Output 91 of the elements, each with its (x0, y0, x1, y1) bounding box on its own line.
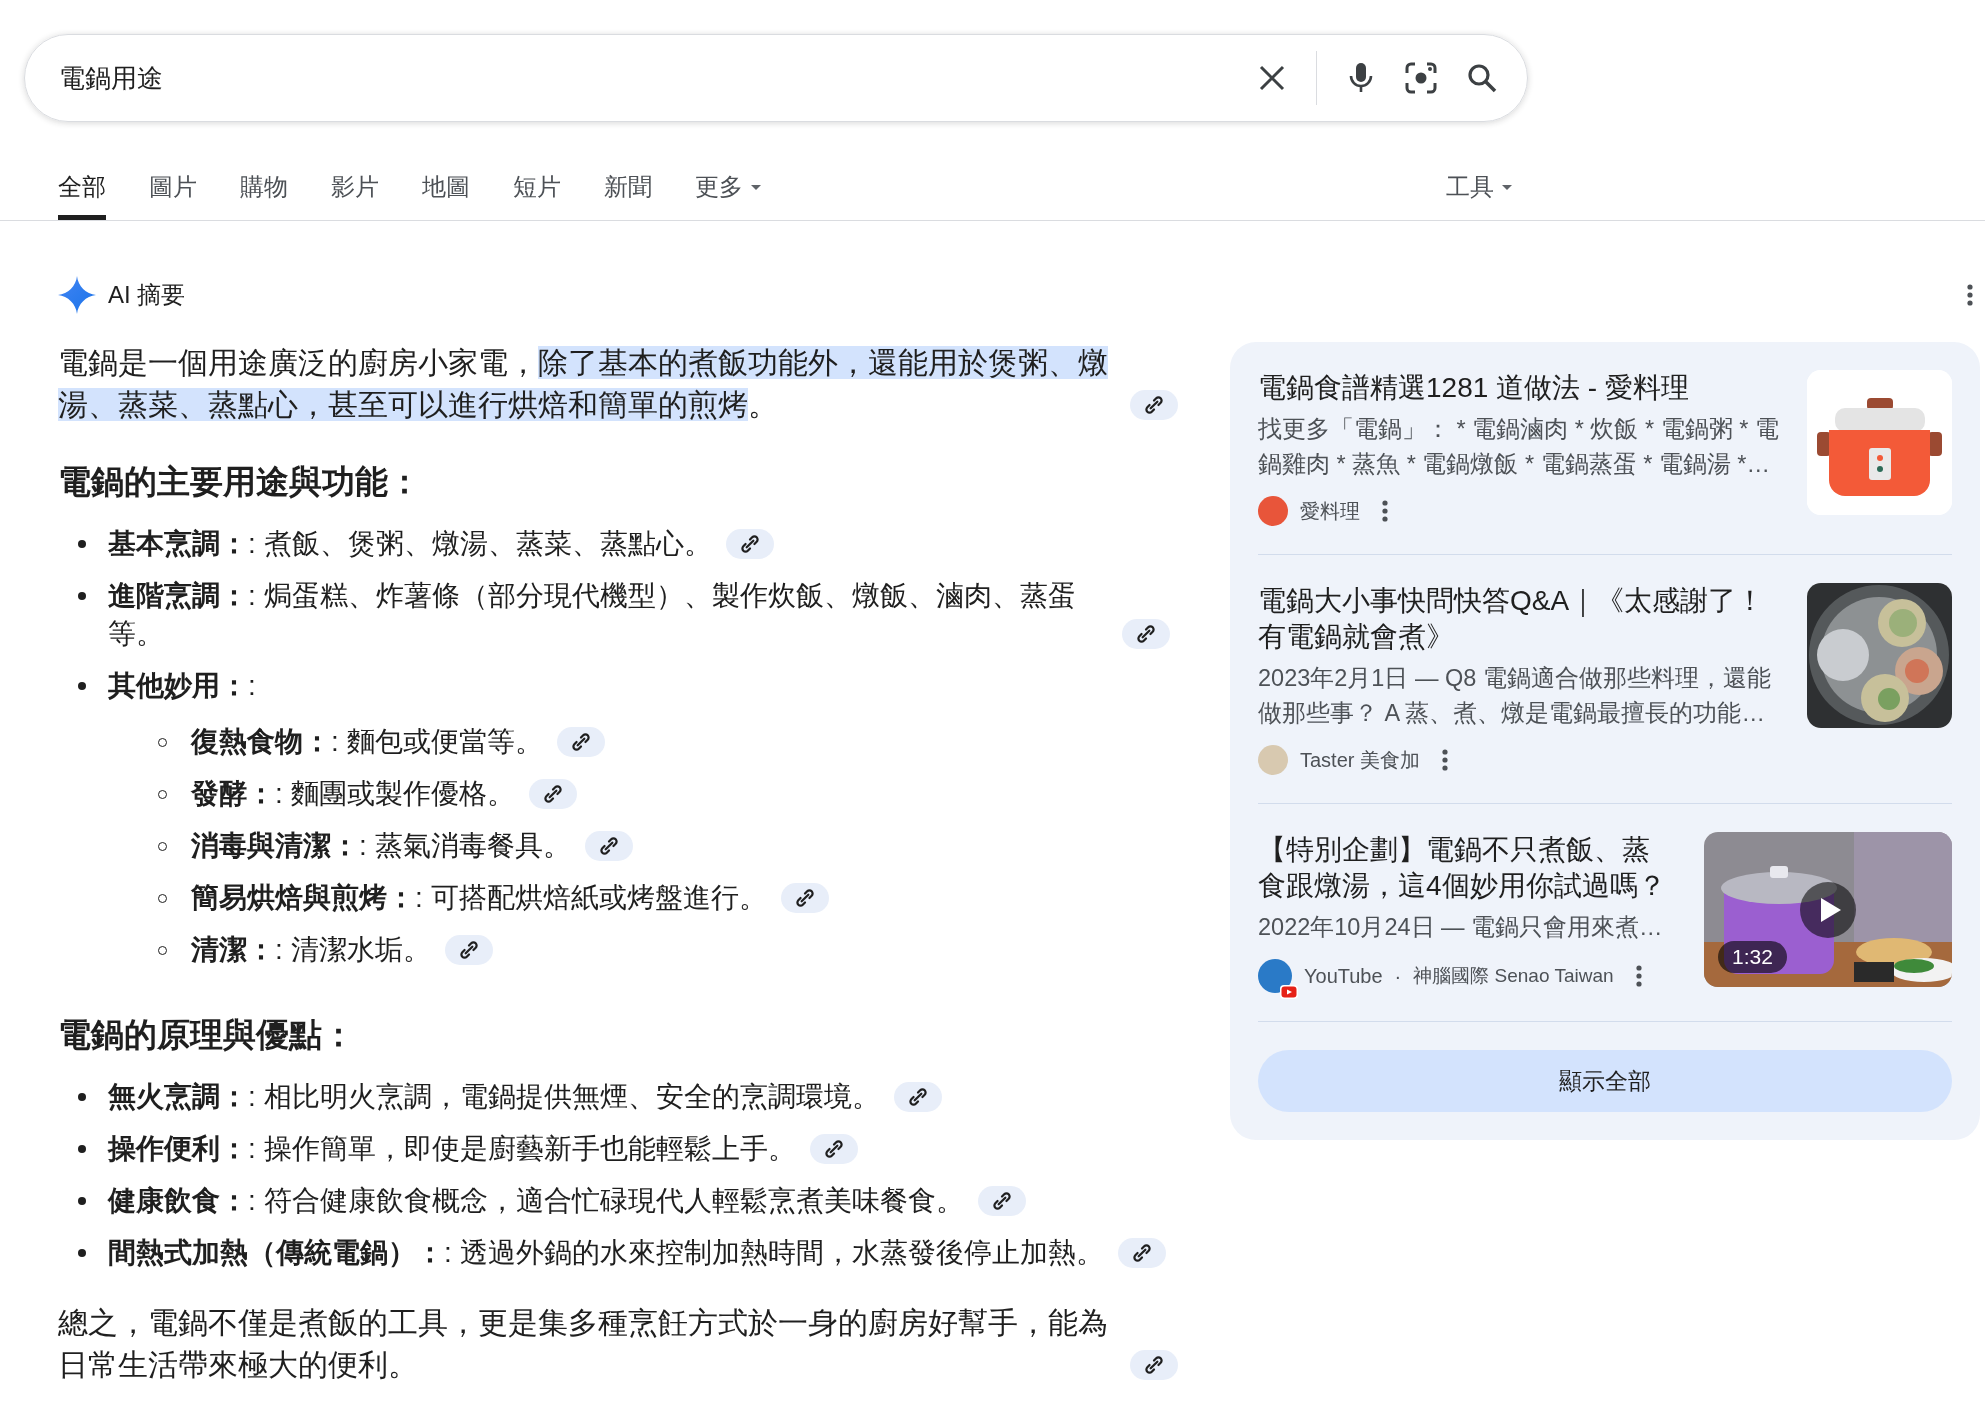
search-tab[interactable]: 圖片 (149, 171, 197, 220)
separator: · (1394, 964, 1402, 988)
more-icon[interactable] (1382, 500, 1388, 522)
list-item-text: 其他妙用：: (108, 669, 256, 703)
section-heading: 電鍋的主要用途與功能： (58, 462, 422, 502)
link-icon (458, 940, 479, 960)
list-item-text: 進階烹調：: 焗蛋糕、炸薯條（部分現代機型）、製作炊飯、燉飯、滷肉、蒸蛋等。 (108, 579, 1077, 651)
search-query: 電鍋用途 (59, 61, 164, 95)
link-icon (1131, 1243, 1152, 1263)
bullet-icon (78, 592, 86, 600)
link-icon (739, 534, 760, 554)
more-icon[interactable] (1635, 965, 1642, 987)
citation-button[interactable] (528, 779, 577, 809)
link-icon (823, 1139, 844, 1159)
search-tab[interactable]: 全部 (58, 171, 106, 220)
link-icon (907, 1087, 928, 1107)
play-icon (1800, 882, 1856, 938)
image-search-button[interactable] (1405, 62, 1437, 94)
caret-icon (1502, 184, 1512, 190)
citation-button[interactable] (809, 1134, 858, 1164)
search-tab[interactable]: 購物 (240, 171, 288, 220)
citation-button[interactable] (1130, 1350, 1178, 1380)
citation-button[interactable] (893, 1082, 942, 1112)
youtube-icon (1280, 985, 1298, 999)
result-title[interactable]: 電鍋食譜精選1281 道做法 - 愛料理 (1258, 370, 1787, 406)
result-snippet: 2022年10月24日 — 電鍋只會用來煮… (1258, 913, 1664, 942)
bullet-icon (78, 1093, 86, 1101)
search-tab[interactable]: 地圖 (422, 171, 470, 220)
video-duration: 1:32 (1718, 941, 1787, 973)
list-item-text: 操作便利：: 操作簡單，即使是廚藝新手也能輕鬆上手。 (108, 1132, 796, 1166)
sparkle-icon (58, 276, 96, 314)
bullet-icon (78, 1197, 86, 1205)
list-item-text: 間熱式加熱（傳統電鍋）：: 透過外鍋的水來控制加熱時間，水蒸發後停止加熱。 (108, 1236, 1104, 1270)
list-item-text: 復熱食物：: 麵包或便當等。 (191, 725, 543, 759)
summary-text: 電鍋是一個用途廣泛的廚房小家電，除了基本的煮飯功能外，還能用於煲粥、燉湯、蒸菜、蒸點心，甚至可以進行烘焙和簡單的煎烤。 (58, 345, 1109, 423)
more-icon[interactable] (1967, 284, 1973, 306)
tools-button[interactable]: 工具 (1446, 171, 1512, 220)
voice-search-button[interactable] (1347, 62, 1375, 94)
result-title[interactable]: 【特別企劃】電鍋不只煮飯、蒸食跟燉湯，這4個妙用你試過嗎？ (1258, 832, 1676, 904)
link-icon (1136, 624, 1156, 644)
close-icon (1258, 64, 1286, 92)
clear-button[interactable] (1258, 64, 1286, 92)
conclusion-text: 總之，電鍋不僅是煮飯的工具，更是集多種烹飪方式於一身的廚房好幫手，能為日常生活帶來極大的便利。 (58, 1305, 1109, 1383)
link-icon (570, 732, 591, 752)
list-item-text: 簡易烘焙與煎烤：: 可搭配烘焙紙或烤盤進行。 (191, 881, 767, 915)
citation-button[interactable] (977, 1186, 1026, 1216)
citation-button[interactable] (1122, 619, 1170, 649)
source-name: 愛料理 (1300, 498, 1360, 524)
bullet-icon (78, 1249, 86, 1257)
microphone-icon (1347, 62, 1375, 94)
search-button[interactable] (1467, 63, 1497, 93)
search-tab[interactable]: 短片 (513, 171, 561, 220)
citation-button[interactable] (725, 529, 774, 559)
search-tab[interactable]: 影片 (331, 171, 379, 220)
list-item-text: 消毒與清潔：: 蒸氣消毒餐具。 (191, 829, 571, 863)
list-item-text: 清潔：: 清潔水垢。 (191, 933, 431, 967)
result-title[interactable]: 電鍋大小事快問快答Q&A｜《太感謝了！有電鍋就會煮》 (1258, 583, 1787, 655)
bullet-icon (78, 540, 86, 548)
bullet-icon (78, 1145, 86, 1153)
play-button[interactable] (1800, 882, 1856, 938)
bullet-icon (78, 682, 86, 690)
link-icon (1144, 395, 1164, 415)
link-icon (794, 888, 815, 908)
more-icon[interactable] (1442, 749, 1449, 771)
citation-button[interactable] (780, 883, 829, 913)
show-all-button[interactable]: 顯示全部 (1258, 1050, 1952, 1112)
list-item-text: 發酵：: 麵團或製作優格。 (191, 777, 515, 811)
list-item-text: 健康飲食：: 符合健康飲食概念，適合忙碌現代人輕鬆烹煮美味餐食。 (108, 1184, 964, 1218)
citation-button[interactable] (1117, 1238, 1166, 1268)
link-icon (1144, 1355, 1164, 1375)
link-icon (542, 784, 563, 804)
source-name: Taster 美食加 (1300, 747, 1421, 773)
citation-button[interactable] (1130, 390, 1178, 420)
search-tab[interactable]: 新聞 (604, 171, 652, 220)
citation-button[interactable] (584, 831, 633, 861)
ai-overview-title: AI 摘要 (108, 280, 187, 310)
result-snippet: 找更多「電鍋」： * 電鍋滷肉 * 炊飯 * 電鍋粥 * 電鍋雞肉 * 蒸魚 * 電鍋燉飯 * 電鍋蒸蛋 * 電鍋湯 *… (1258, 415, 1780, 479)
link-icon (598, 836, 619, 856)
link-icon (991, 1191, 1012, 1211)
caret-icon (751, 184, 761, 190)
citation-button[interactable] (556, 727, 605, 757)
search-tab[interactable]: 更多 (695, 171, 761, 220)
list-item-text: 基本烹調：: 煮飯、煲粥、燉湯、蒸菜、蒸點心。 (108, 527, 712, 561)
camera-icon (1405, 62, 1437, 94)
list-item-text: 無火烹調：: 相比明火烹調，電鍋提供無煙、安全的烹調環境。 (108, 1080, 880, 1114)
section-heading: 電鍋的原理與優點： (58, 1015, 356, 1055)
search-icon (1467, 63, 1497, 93)
channel-name: 神腦國際 Senao Taiwan (1413, 964, 1614, 988)
citation-button[interactable] (444, 935, 493, 965)
source-name: YouTube (1304, 964, 1383, 988)
result-snippet: 2023年2月1日 — Q8 電鍋適合做那些料理，還能做那些事？ A 蒸、煮、燉是電鍋最擅長的功能… (1258, 664, 1772, 728)
